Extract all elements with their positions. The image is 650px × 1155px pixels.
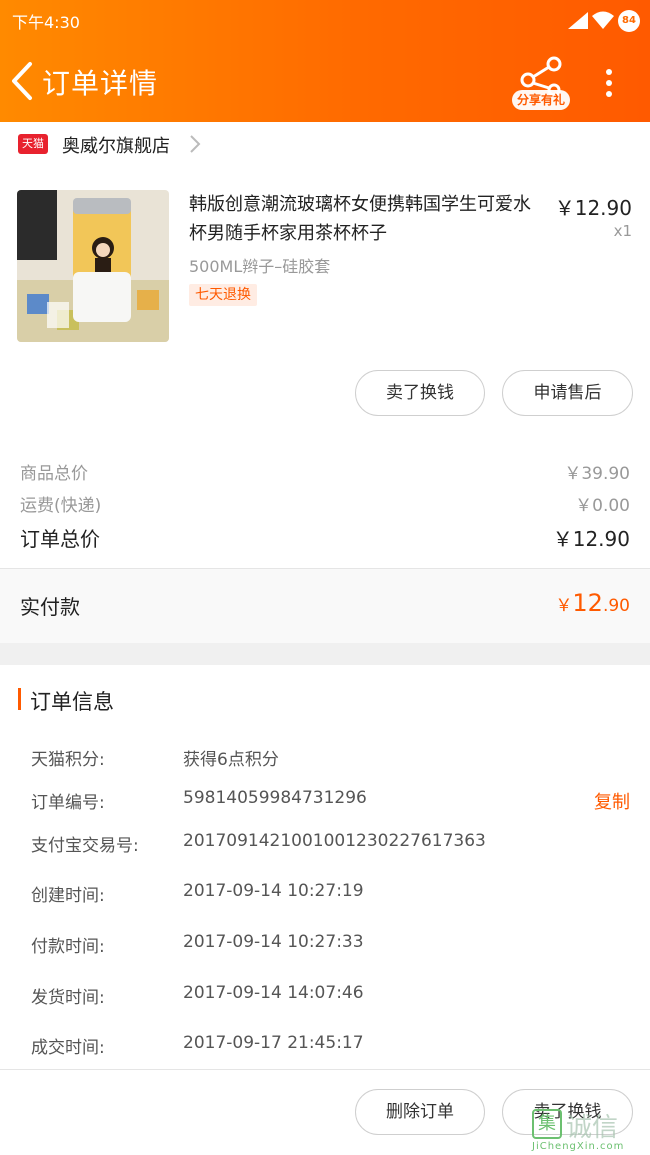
info-value: 获得6点积分 <box>183 750 279 770</box>
section-gap <box>0 643 650 665</box>
back-arrow-icon[interactable] <box>8 60 36 102</box>
status-bar: 下午4:30 84 <box>0 0 650 40</box>
info-key: 成交时间: <box>31 1038 105 1058</box>
watermark: 集 诚信 JiChengXin.com <box>530 1103 648 1152</box>
info-value: 2017-09-14 10:27:33 <box>183 932 364 952</box>
app-header: 下午4:30 84 订单详情 分享有礼 <box>0 0 650 122</box>
info-row-alipay-trade-number: 支付宝交易号: 2017091421001001230227617363 <box>0 831 650 861</box>
product-image[interactable] <box>17 190 169 342</box>
order-info-title: 订单信息 <box>30 690 114 714</box>
chevron-right-icon <box>190 135 201 153</box>
store-row[interactable]: 天猫 奥威尔旗舰店 <box>0 122 650 166</box>
info-row-completed-time: 成交时间: 2017-09-17 21:45:17 <box>0 1033 650 1063</box>
info-key: 订单编号: <box>31 793 105 813</box>
wifi-icon <box>592 11 614 29</box>
product-price: ￥12.90 <box>554 196 632 220</box>
info-value: 2017-09-14 14:07:46 <box>183 983 364 1003</box>
after-sale-button[interactable]: 申请售后 <box>502 370 633 416</box>
info-value: 59814059984731296 <box>183 788 367 808</box>
paid-currency: ￥ <box>555 596 573 616</box>
more-menu-icon[interactable] <box>597 66 621 100</box>
product-title: 韩版创意潮流玻璃杯女便携韩国学生可爱水杯男随手杯家用茶杯杯子 <box>189 194 531 244</box>
info-row-paid-time: 付款时间: 2017-09-14 10:27:33 <box>0 932 650 962</box>
info-key: 支付宝交易号: <box>31 836 139 856</box>
share-reward-badge: 分享有礼 <box>512 90 570 110</box>
info-row-shipped-time: 发货时间: 2017-09-14 14:07:46 <box>0 983 650 1013</box>
info-value: 2017-09-17 21:45:17 <box>183 1033 364 1053</box>
order-total-value: ￥12.90 <box>552 527 630 551</box>
return-policy-badge: 七天退换 <box>189 284 257 306</box>
watermark-mark: 集 <box>532 1109 562 1139</box>
battery-icon: 84 <box>618 10 640 32</box>
info-key: 创建时间: <box>31 886 105 906</box>
watermark-url: JiChengXin.com <box>532 1141 625 1152</box>
store-name: 奥威尔旗舰店 <box>62 136 170 157</box>
paid-integer: 12 <box>572 589 603 617</box>
info-key: 付款时间: <box>31 937 105 957</box>
signal-icon <box>568 12 588 29</box>
page-title: 订单详情 <box>42 67 159 100</box>
shipping-value: ￥0.00 <box>575 496 630 516</box>
info-key: 发货时间: <box>31 988 105 1008</box>
status-time: 下午4:30 <box>12 13 80 32</box>
watermark-text: 诚信 <box>566 1113 619 1143</box>
share-button[interactable]: 分享有礼 <box>508 56 572 112</box>
goods-total-label: 商品总价 <box>20 464 88 484</box>
copy-order-number-button[interactable]: 复制 <box>594 788 630 814</box>
product-sku: 500ML辫子–硅胶套 <box>189 257 331 276</box>
section-accent-bar <box>18 688 21 710</box>
paid-decimal: .90 <box>602 596 630 616</box>
paid-value: ￥12.90 <box>555 589 630 617</box>
info-row-created-time: 创建时间: 2017-09-14 10:27:19 <box>0 881 650 911</box>
info-row-points: 天猫积分: 获得6点积分 <box>0 745 650 775</box>
paid-label: 实付款 <box>20 595 80 619</box>
product-quantity: x1 <box>613 222 632 240</box>
goods-total-value: ￥39.90 <box>564 464 630 484</box>
shipping-label: 运费(快递) <box>20 496 102 516</box>
info-value: 2017091421001001230227617363 <box>183 831 486 851</box>
tmall-logo: 天猫 <box>18 134 48 154</box>
info-value: 2017-09-14 10:27:19 <box>183 881 364 901</box>
paid-amount-row: 实付款 ￥12.90 <box>0 569 650 643</box>
delete-order-button[interactable]: 删除订单 <box>355 1089 485 1135</box>
order-total-label: 订单总价 <box>20 527 100 551</box>
info-row-order-number: 订单编号: 59814059984731296 复制 <box>0 788 650 818</box>
info-key: 天猫积分: <box>31 750 105 770</box>
sell-for-cash-button[interactable]: 卖了换钱 <box>355 370 485 416</box>
